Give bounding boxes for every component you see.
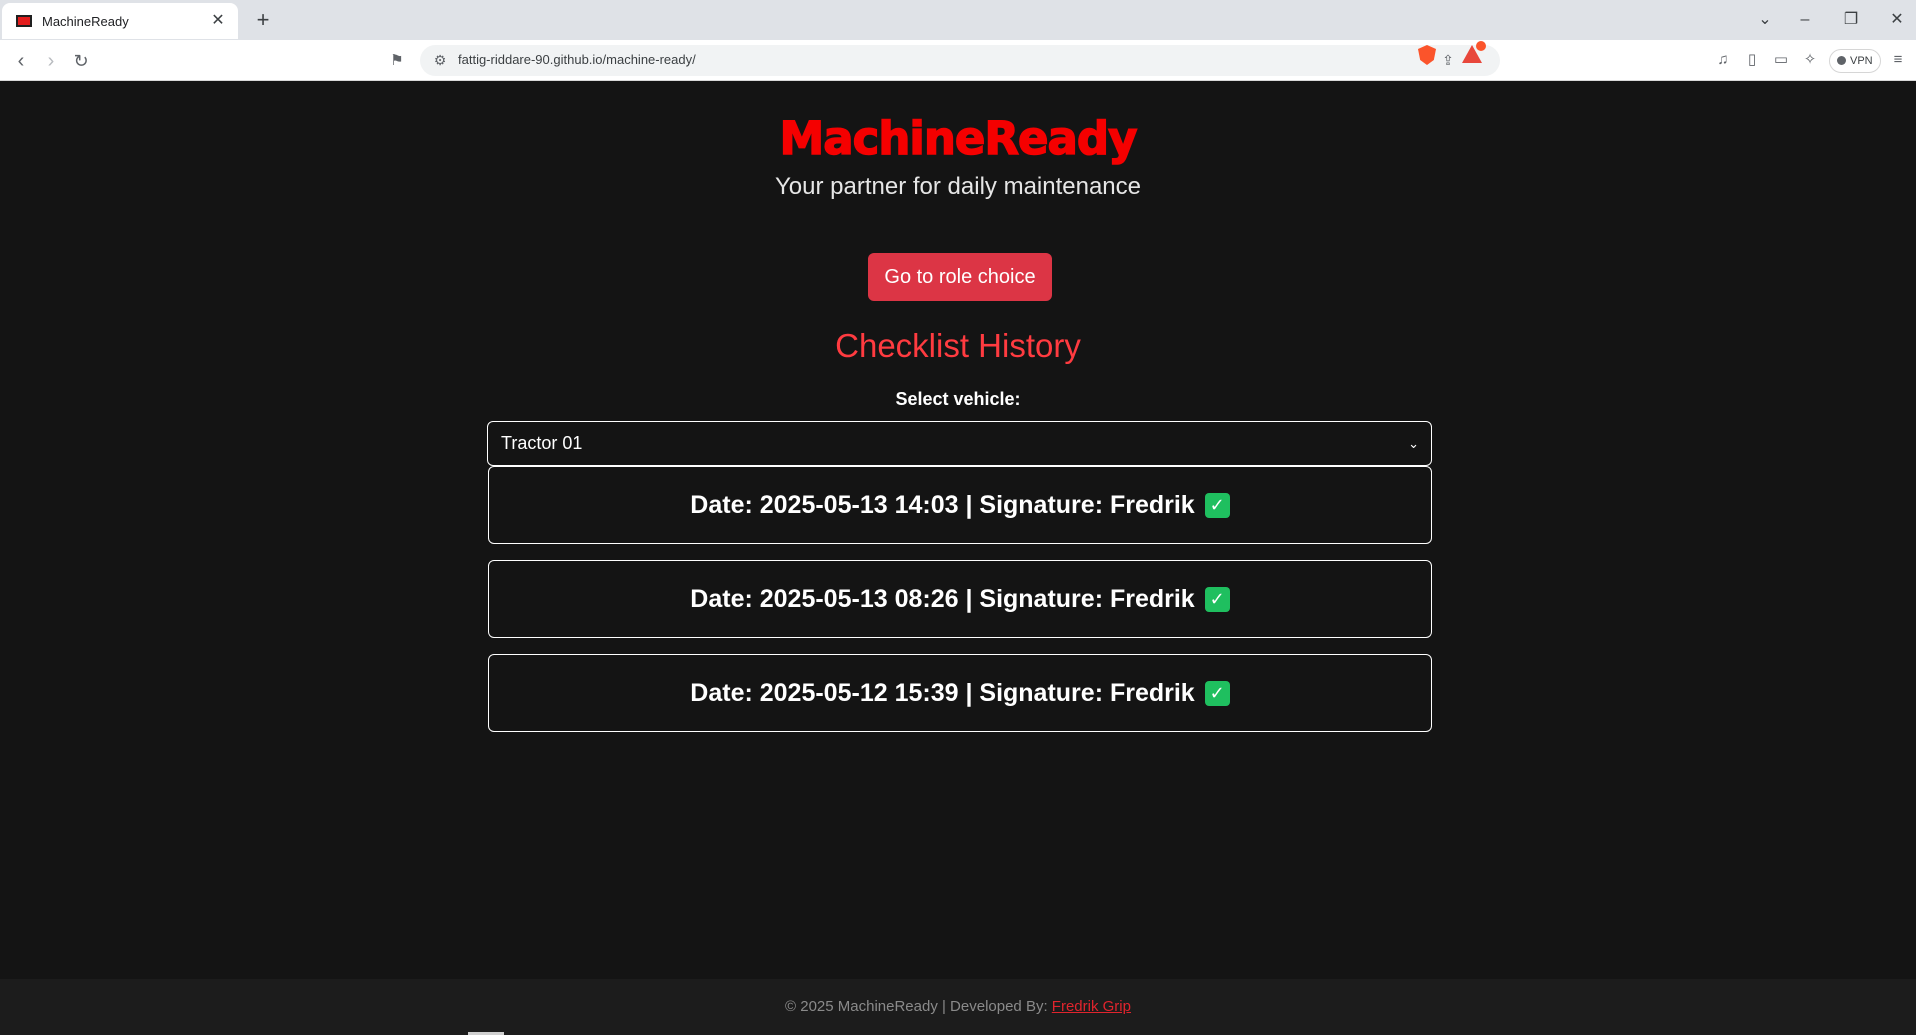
media-icon[interactable]: ♫ xyxy=(1711,48,1735,72)
share-icon[interactable]: ⇪ xyxy=(1436,48,1460,72)
reload-icon[interactable]: ↻ xyxy=(68,48,94,74)
forward-icon[interactable]: › xyxy=(38,48,64,74)
minimize-icon[interactable]: – xyxy=(1792,7,1818,33)
close-window-icon[interactable]: ✕ xyxy=(1884,7,1910,33)
history-entry-label: Date: 2025-05-12 15:39 | Signature: Fred… xyxy=(690,678,1195,707)
vehicle-select-value: Tractor 01 xyxy=(501,433,583,453)
url-text[interactable]: fattig-riddare-90.github.io/machine-read… xyxy=(458,52,696,67)
page-title: Checklist History xyxy=(835,327,1081,364)
chevron-down-icon: ⌄ xyxy=(1408,436,1419,451)
check-icon: ✓ xyxy=(1204,586,1230,612)
back-icon[interactable]: ‹ xyxy=(8,48,34,74)
footer-copyright: © 2025 MachineReady | Developed By: xyxy=(785,998,1052,1015)
tab-close-icon[interactable]: ✕ xyxy=(208,11,228,31)
history-entry-label: Date: 2025-05-13 08:26 | Signature: Fred… xyxy=(690,584,1195,613)
go-to-role-choice-button[interactable]: Go to role choice xyxy=(868,253,1052,301)
vpn-button[interactable]: VPN xyxy=(1829,49,1881,73)
vpn-status-icon xyxy=(1837,56,1846,65)
sidebar-icon[interactable]: ▯ xyxy=(1740,48,1764,72)
address-bar[interactable]: ⚙ fattig-riddare-90.github.io/machine-re… xyxy=(420,45,1500,76)
leo-ai-icon[interactable]: ✧ xyxy=(1798,48,1822,72)
check-icon: ✓ xyxy=(1204,492,1230,518)
vehicle-select-label: Select vehicle: xyxy=(895,389,1021,409)
site-logo: MachineReady xyxy=(779,111,1138,166)
restore-icon[interactable]: ❐ xyxy=(1838,7,1864,33)
bookmark-icon[interactable]: ⚑ xyxy=(384,48,410,74)
site-tagline: Your partner for daily maintenance xyxy=(775,173,1141,200)
site-favicon-icon xyxy=(16,15,32,27)
footer-text: © 2025 MachineReady | Developed By: Fred… xyxy=(0,998,1916,1015)
site-info-icon[interactable]: ⚙ xyxy=(428,48,452,72)
wallet-icon[interactable]: ▭ xyxy=(1769,48,1793,72)
rewards-badge xyxy=(1476,41,1486,51)
site-footer: © 2025 MachineReady | Developed By: Fred… xyxy=(0,979,1916,1035)
vpn-label: VPN xyxy=(1850,55,1873,67)
history-entry[interactable]: Date: 2025-05-12 15:39 | Signature: Fred… xyxy=(488,654,1432,732)
history-entry-label: Date: 2025-05-13 14:03 | Signature: Fred… xyxy=(690,490,1195,519)
history-entry[interactable]: Date: 2025-05-13 08:26 | Signature: Fred… xyxy=(488,560,1432,638)
history-list: Date: 2025-05-13 14:03 | Signature: Fred… xyxy=(488,466,1432,748)
check-icon: ✓ xyxy=(1204,680,1230,706)
footer-author-link[interactable]: Fredrik Grip xyxy=(1052,998,1131,1015)
menu-icon[interactable]: ≡ xyxy=(1886,48,1910,72)
browser-tab[interactable]: MachineReady ✕ xyxy=(2,3,238,39)
history-entry[interactable]: Date: 2025-05-13 14:03 | Signature: Fred… xyxy=(488,466,1432,544)
tab-title: MachineReady xyxy=(42,13,129,29)
tab-list-chevron-icon[interactable]: ⌄ xyxy=(1752,7,1778,33)
browser-toolbar: ‹ › ↻ ⚑ ⚙ fattig-riddare-90.github.io/ma… xyxy=(0,40,1916,81)
page-content: MachineReady Your partner for daily main… xyxy=(0,81,1916,1035)
browser-tab-bar: MachineReady ✕ + ⌄ – ❐ ✕ xyxy=(0,0,1916,40)
vehicle-select[interactable]: Tractor 01 ⌄ xyxy=(487,421,1432,466)
new-tab-icon[interactable]: + xyxy=(250,7,276,33)
